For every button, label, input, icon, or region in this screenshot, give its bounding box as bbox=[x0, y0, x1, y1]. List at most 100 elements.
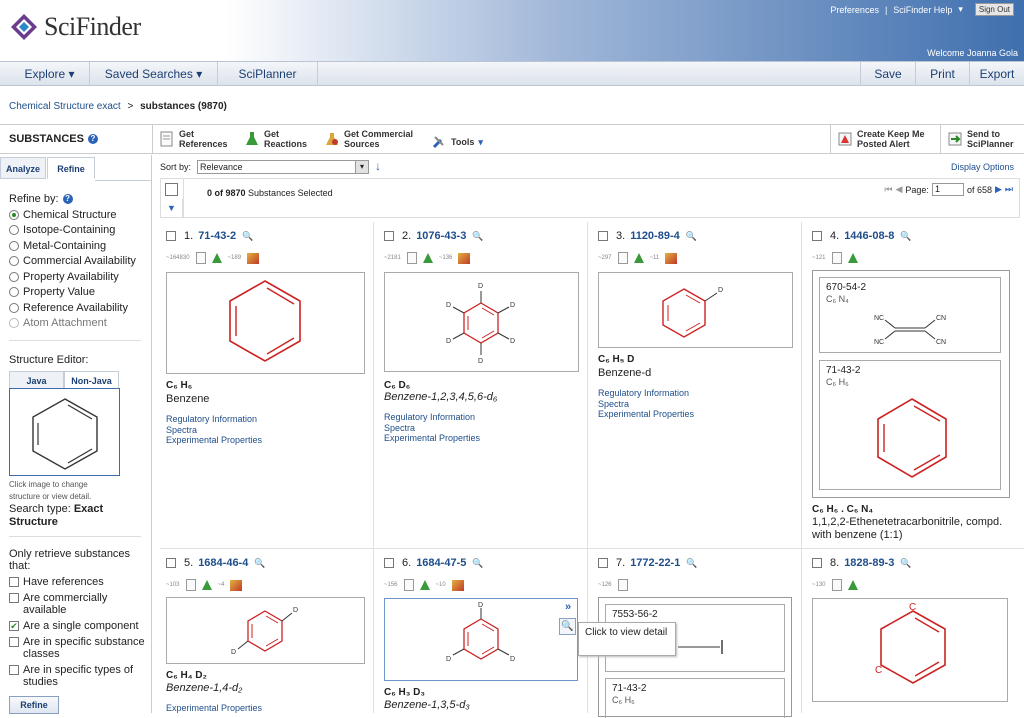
refine-option[interactable]: Metal-Containing bbox=[9, 238, 136, 254]
refine-option[interactable]: Property Availability bbox=[9, 269, 136, 285]
sort-select[interactable]: Relevance ▾ bbox=[197, 160, 369, 174]
structure-image[interactable]: CC bbox=[812, 598, 1008, 702]
filter-item[interactable]: Are in specific substance classes bbox=[9, 636, 149, 660]
magnifier-icon[interactable]: 🔍 bbox=[472, 558, 483, 569]
send-to-sciplanner-button[interactable]: Send to SciPlanner bbox=[948, 129, 1014, 149]
reagent-icon[interactable] bbox=[230, 579, 243, 591]
sciplanner-tab[interactable]: SciPlanner bbox=[218, 62, 318, 86]
properties-link[interactable]: Experimental Properties bbox=[598, 409, 694, 420]
document-icon[interactable] bbox=[617, 579, 628, 591]
checkbox[interactable] bbox=[9, 665, 19, 675]
spectra-link[interactable]: Spectra bbox=[166, 425, 262, 436]
magnifier-icon[interactable]: 🔍 bbox=[900, 558, 911, 569]
multicomponent-structure[interactable]: 670-54-2 C₆ N₄ NC NC CN CN 71-43-2 C₆ H₆ bbox=[812, 270, 1010, 498]
select-checkbox[interactable] bbox=[384, 231, 394, 241]
flask-icon[interactable] bbox=[419, 580, 430, 590]
magnifier-icon[interactable]: 🔍 bbox=[900, 231, 911, 242]
flask-icon[interactable] bbox=[633, 253, 644, 263]
reagent-icon[interactable] bbox=[458, 252, 471, 264]
select-checkbox[interactable] bbox=[384, 558, 394, 568]
next-page-icon[interactable]: ▶ bbox=[995, 184, 1002, 195]
help-icon[interactable]: ? bbox=[87, 134, 98, 145]
export-button[interactable]: Export bbox=[969, 62, 1024, 86]
display-options-link[interactable]: Display Options bbox=[951, 162, 1014, 172]
spectra-link[interactable]: Spectra bbox=[598, 399, 694, 410]
structure-image[interactable]: D bbox=[598, 272, 793, 348]
select-checkbox[interactable] bbox=[812, 231, 822, 241]
help-icon[interactable]: ? bbox=[62, 194, 73, 205]
filter-item[interactable]: Are in specific types of studies bbox=[9, 664, 149, 688]
tab-analyze[interactable]: Analyze bbox=[0, 157, 46, 179]
get-reactions-button[interactable]: Get Reactions bbox=[245, 129, 307, 149]
flask-icon[interactable] bbox=[422, 253, 433, 263]
document-icon[interactable] bbox=[195, 252, 206, 264]
tab-refine[interactable]: Refine bbox=[47, 157, 95, 179]
expand-icon[interactable]: » bbox=[560, 600, 576, 616]
scifinder-logo[interactable]: SciFinder bbox=[10, 12, 141, 42]
get-commercial-sources-button[interactable]: Get Commercial Sources bbox=[325, 129, 413, 149]
sort-direction-icon[interactable]: ↓ bbox=[375, 159, 381, 173]
tab-java[interactable]: Java bbox=[9, 371, 64, 389]
reagent-icon[interactable] bbox=[451, 579, 464, 591]
structure-image[interactable] bbox=[166, 272, 365, 374]
refine-button[interactable]: Refine bbox=[9, 696, 59, 714]
structure-editor-image[interactable] bbox=[9, 388, 120, 476]
select-checkbox[interactable] bbox=[598, 231, 608, 241]
cas-link[interactable]: 1076-43-3 bbox=[416, 230, 466, 242]
regulatory-link[interactable]: Regulatory Information bbox=[598, 388, 694, 399]
reagent-icon[interactable] bbox=[665, 252, 678, 264]
properties-link[interactable]: Experimental Properties bbox=[166, 703, 262, 714]
spectra-link[interactable]: Spectra bbox=[384, 423, 480, 434]
flask-icon[interactable] bbox=[847, 580, 858, 590]
select-checkbox[interactable] bbox=[166, 558, 176, 568]
checkbox[interactable] bbox=[9, 637, 19, 647]
select-checkbox[interactable] bbox=[166, 231, 176, 241]
document-icon[interactable] bbox=[617, 252, 628, 264]
flask-icon[interactable] bbox=[847, 253, 858, 263]
select-checkbox[interactable] bbox=[598, 558, 608, 568]
regulatory-link[interactable]: Regulatory Information bbox=[384, 412, 480, 423]
tab-nonjava[interactable]: Non-Java bbox=[64, 371, 119, 389]
structure-image[interactable]: D D D » 🔍 bbox=[384, 598, 578, 681]
filter-item[interactable]: Are commercially available bbox=[9, 592, 149, 616]
page-input[interactable]: 1 bbox=[931, 183, 964, 196]
structure-image[interactable]: D D D D D D bbox=[384, 272, 579, 372]
cas-link[interactable]: 71-43-2 bbox=[198, 230, 236, 242]
flask-icon[interactable] bbox=[201, 580, 212, 590]
reagent-icon[interactable] bbox=[247, 252, 260, 264]
print-button[interactable]: Print bbox=[915, 62, 969, 86]
first-page-icon[interactable]: ⏮ bbox=[884, 184, 892, 195]
chevron-down-icon[interactable]: ▼ bbox=[161, 199, 183, 217]
multicomponent-structure[interactable]: 7553-56-2 71-43-2 C₆ H₆ bbox=[598, 597, 792, 718]
prev-page-icon[interactable]: ◀ bbox=[895, 184, 902, 195]
breadcrumb-link[interactable]: Chemical Structure exact bbox=[9, 101, 121, 112]
cas-link[interactable]: 1684-46-4 bbox=[198, 557, 248, 569]
refine-option[interactable]: Commercial Availability bbox=[9, 254, 136, 270]
select-all-checkbox[interactable] bbox=[165, 183, 178, 196]
preferences-link[interactable]: Preferences bbox=[830, 5, 879, 15]
cas-link[interactable]: 1828-89-3 bbox=[844, 557, 894, 569]
magnifier-icon[interactable]: 🔍 bbox=[242, 231, 253, 242]
filter-item[interactable]: ✔ Are a single component bbox=[9, 620, 149, 632]
structure-image[interactable]: DD bbox=[166, 597, 365, 664]
document-icon[interactable] bbox=[831, 252, 842, 264]
help-link[interactable]: SciFinder Help bbox=[893, 5, 952, 15]
refine-option[interactable]: Atom Attachment bbox=[9, 316, 136, 332]
document-icon[interactable] bbox=[406, 252, 417, 264]
flask-icon[interactable] bbox=[211, 253, 222, 263]
checkbox[interactable] bbox=[9, 577, 19, 587]
filter-item[interactable]: Have references bbox=[9, 576, 149, 588]
document-icon[interactable] bbox=[403, 579, 414, 591]
magnifier-icon[interactable]: 🔍 bbox=[686, 231, 697, 242]
properties-link[interactable]: Experimental Properties bbox=[166, 435, 262, 446]
last-page-icon[interactable]: ⏭ bbox=[1005, 184, 1013, 195]
magnifier-icon[interactable]: 🔍 bbox=[559, 618, 576, 635]
cas-link[interactable]: 1120-89-4 bbox=[630, 230, 680, 242]
get-references-button[interactable]: Get References bbox=[160, 129, 228, 149]
select-checkbox[interactable] bbox=[812, 558, 822, 568]
refine-option[interactable]: Chemical Structure bbox=[9, 207, 136, 223]
properties-link[interactable]: Experimental Properties bbox=[384, 433, 480, 444]
regulatory-link[interactable]: Regulatory Information bbox=[166, 414, 262, 425]
saved-searches-menu[interactable]: Saved Searches ▾ bbox=[90, 62, 218, 86]
cas-link[interactable]: 1446-08-8 bbox=[844, 230, 894, 242]
